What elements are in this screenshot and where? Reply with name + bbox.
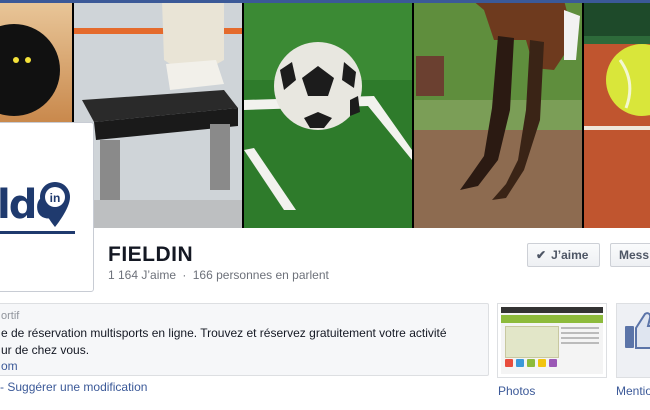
like-button[interactable]: ✔ J’aime xyxy=(527,243,600,267)
stats-separator: · xyxy=(182,268,187,282)
photos-tab-label[interactable]: Photos xyxy=(498,384,535,398)
cover-photo[interactable] xyxy=(0,0,650,228)
cover-panel-horse xyxy=(414,0,582,228)
logo-pin-text: in xyxy=(50,191,61,205)
description-line: ur de chez vous. xyxy=(1,343,90,357)
message-button[interactable]: Mess xyxy=(610,243,650,267)
about-box: ortif e de réservation multisports en li… xyxy=(0,303,489,376)
profile-picture[interactable]: ldo in xyxy=(0,122,94,292)
cover-panel-soccer xyxy=(244,0,412,228)
mentions-tab-label[interactable]: Mentio xyxy=(616,384,650,398)
likes-count[interactable]: 1 164 J’aime xyxy=(108,268,176,282)
mentions-thumbnail[interactable] xyxy=(616,303,650,378)
checkmark-icon: ✔ xyxy=(536,248,547,262)
suggest-edit: - Suggérer une modification xyxy=(0,380,147,394)
location-pin-icon: in xyxy=(39,181,71,236)
photos-thumbnail[interactable] xyxy=(497,303,607,378)
website-screenshot-image xyxy=(501,307,603,374)
suggest-edit-link[interactable]: Suggérer une modification xyxy=(7,380,147,394)
message-button-label: Mess xyxy=(619,248,650,262)
page-stats: 1 164 J’aime · 166 personnes en parlent xyxy=(108,268,329,282)
page-description: e de réservation multisports en ligne. T… xyxy=(1,325,476,359)
cover-panel-tennis xyxy=(584,0,650,228)
logo-underline xyxy=(0,231,75,234)
suggest-prefix: - xyxy=(0,380,4,394)
description-line: e de réservation multisports en ligne. T… xyxy=(1,326,447,340)
website-link[interactable]: om xyxy=(1,359,18,373)
cover-top-border xyxy=(0,0,650,3)
like-button-label: J’aime xyxy=(551,248,589,262)
talking-about-count[interactable]: 166 personnes en parlent xyxy=(193,268,329,282)
page-category: ortif xyxy=(1,310,20,322)
thumbs-up-icon xyxy=(625,312,650,349)
page-title[interactable]: FIELDIN xyxy=(108,243,193,267)
cover-panel-step xyxy=(74,0,242,228)
